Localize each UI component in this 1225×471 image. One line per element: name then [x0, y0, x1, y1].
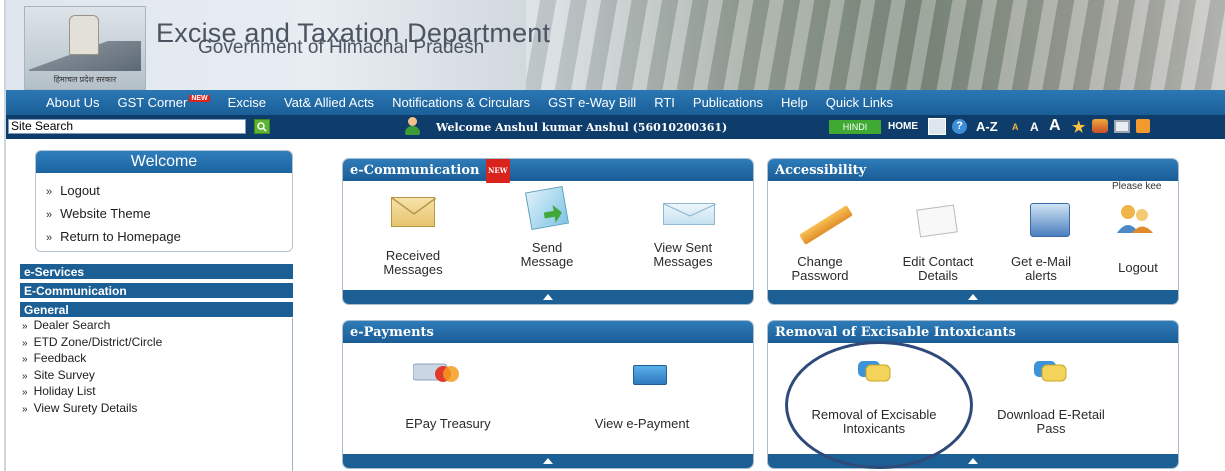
nav-publications[interactable]: Publications	[684, 95, 772, 110]
accessibility-people-icon[interactable]	[1092, 119, 1108, 133]
dealer-search-link[interactable]: Dealer Search	[20, 318, 292, 335]
sitemap-icon[interactable]	[928, 118, 946, 135]
welcome-links: Logout Website Theme Return to Homepage	[36, 173, 292, 248]
home-link[interactable]: HOME	[888, 121, 918, 132]
return-homepage-link[interactable]: Return to Homepage	[46, 225, 292, 248]
page: हिमाचल प्रदेश सरकार Excise and Taxation …	[4, 0, 1225, 471]
accessibility-panel-footer[interactable]	[768, 290, 1178, 304]
nav-rti[interactable]: RTI	[645, 95, 684, 110]
ecommunication-panel-title: e-Communication NEW	[343, 159, 753, 183]
utility-toolbar: Site Search Welcome Anshul kumar Anshul …	[6, 115, 1225, 139]
welcome-heading: Welcome	[36, 151, 292, 173]
print-icon[interactable]	[1114, 120, 1130, 133]
epay-treasury-link[interactable]: EPay Treasury	[383, 417, 513, 431]
website-theme-link[interactable]: Website Theme	[46, 202, 292, 225]
epayments-panel-title: e-Payments	[343, 321, 753, 343]
accessibility-panel-title: Accessibility	[768, 159, 1178, 181]
accessibility-panel: Accessibility Please kee Change Password…	[767, 158, 1179, 305]
seal-icon	[69, 15, 99, 55]
a-z-link[interactable]: A-Z	[976, 119, 998, 136]
main-nav: About Us GST Corner NEW Excise Vat& Allie…	[6, 90, 1225, 115]
user-icon	[404, 117, 420, 135]
nav-gst-eway-bill[interactable]: GST e-Way Bill	[539, 95, 645, 110]
nav-excise[interactable]: Excise	[219, 95, 275, 110]
collapse-arrow-icon	[968, 294, 978, 300]
nav-help[interactable]: Help	[772, 95, 817, 110]
general-links: Dealer Search ETD Zone/District/Circle F…	[20, 318, 293, 471]
general-section[interactable]: General	[20, 302, 293, 318]
emblem-caption: हिमाचल प्रदेश सरकार	[53, 75, 117, 84]
department-subtitle: Government of Himachal Pradesh	[198, 37, 485, 58]
header-banner: हिमाचल प्रदेश सरकार Excise and Taxation …	[6, 0, 1225, 90]
please-keep-note: Please kee	[1112, 181, 1162, 192]
welcome-user-text: Welcome Anshul kumar Anshul (56010200361…	[436, 121, 728, 134]
logout-link[interactable]: Logout	[46, 179, 292, 202]
nav-about-us[interactable]: About Us	[6, 95, 108, 110]
rss-icon[interactable]	[1136, 119, 1150, 133]
view-surety-details-link[interactable]: View Surety Details	[20, 401, 292, 418]
users-logout-icon	[1116, 203, 1154, 235]
edit-contact-details-link[interactable]: Edit Contact Details	[892, 255, 984, 283]
view-epayment-link[interactable]: View e-Payment	[567, 417, 717, 431]
ecommunication-section[interactable]: E-Communication	[20, 283, 293, 299]
new-badge: NEW	[189, 95, 210, 102]
nav-gst-corner[interactable]: GST Corner NEW	[108, 95, 218, 110]
removal-panel-title: Removal of Excisable Intoxicants	[768, 321, 1178, 343]
search-icon	[257, 122, 267, 132]
send-message-link[interactable]: Send Message	[515, 241, 579, 269]
help-icon[interactable]: ?	[952, 119, 967, 134]
new-badge: NEW	[485, 159, 510, 183]
change-password-link[interactable]: Change Password	[788, 255, 852, 283]
etd-zone-link[interactable]: ETD Zone/District/Circle	[20, 335, 292, 352]
font-large-button[interactable]: A	[1049, 117, 1061, 134]
nav-quick-links[interactable]: Quick Links	[817, 95, 902, 110]
view-sent-messages-link[interactable]: View Sent Messages	[639, 241, 727, 269]
get-email-alerts-link[interactable]: Get e-Mail alerts	[1004, 255, 1078, 283]
font-medium-button[interactable]: A	[1030, 120, 1039, 137]
site-survey-link[interactable]: Site Survey	[20, 368, 292, 385]
accessibility-logout-link[interactable]: Logout	[1108, 261, 1168, 275]
view-payment-icon	[633, 365, 667, 385]
collapse-arrow-icon	[543, 458, 553, 464]
pencil-icon	[799, 205, 853, 245]
nav-notifications-circulars[interactable]: Notifications & Circulars	[383, 95, 539, 110]
collapse-arrow-icon	[543, 294, 553, 300]
feedback-link[interactable]: Feedback	[20, 351, 292, 368]
site-search-input[interactable]: Site Search	[8, 119, 246, 134]
received-messages-link[interactable]: Received Messages	[377, 249, 449, 277]
banner-photo	[526, 0, 1225, 90]
eservices-section[interactable]: e-Services	[20, 264, 293, 280]
state-emblem-logo: हिमाचल प्रदेश सरकार	[24, 6, 146, 90]
sent-messages-icon	[663, 203, 717, 225]
font-small-button[interactable]: A	[1012, 122, 1019, 139]
epayments-panel-footer[interactable]	[343, 454, 753, 468]
envelope-icon	[391, 197, 437, 227]
highlight-circle-annotation	[785, 341, 973, 469]
ecommunication-panel: e-Communication NEW Received Messages Se…	[342, 158, 754, 305]
epayments-panel: e-Payments EPay Treasury View e-Payment	[342, 320, 754, 469]
send-message-icon	[524, 185, 570, 231]
nav-vat-allied-acts[interactable]: Vat& Allied Acts	[275, 95, 383, 110]
welcome-box: Welcome Logout Website Theme Return to H…	[35, 150, 293, 252]
holiday-list-link[interactable]: Holiday List	[20, 384, 292, 401]
favourite-star-icon[interactable]: ★	[1072, 118, 1085, 136]
search-button[interactable]	[254, 119, 270, 134]
card-payment-icon	[412, 361, 463, 383]
ecommunication-panel-footer[interactable]	[343, 290, 753, 304]
download-eretail-pass-link[interactable]: Download E-Retail Pass	[996, 408, 1106, 436]
hindi-language-button[interactable]: HINDI	[829, 120, 881, 134]
collapse-arrow-icon	[968, 458, 978, 464]
email-alert-icon	[1030, 203, 1070, 237]
chat-bubbles-icon	[1032, 357, 1068, 385]
edit-contact-icon	[916, 204, 958, 238]
